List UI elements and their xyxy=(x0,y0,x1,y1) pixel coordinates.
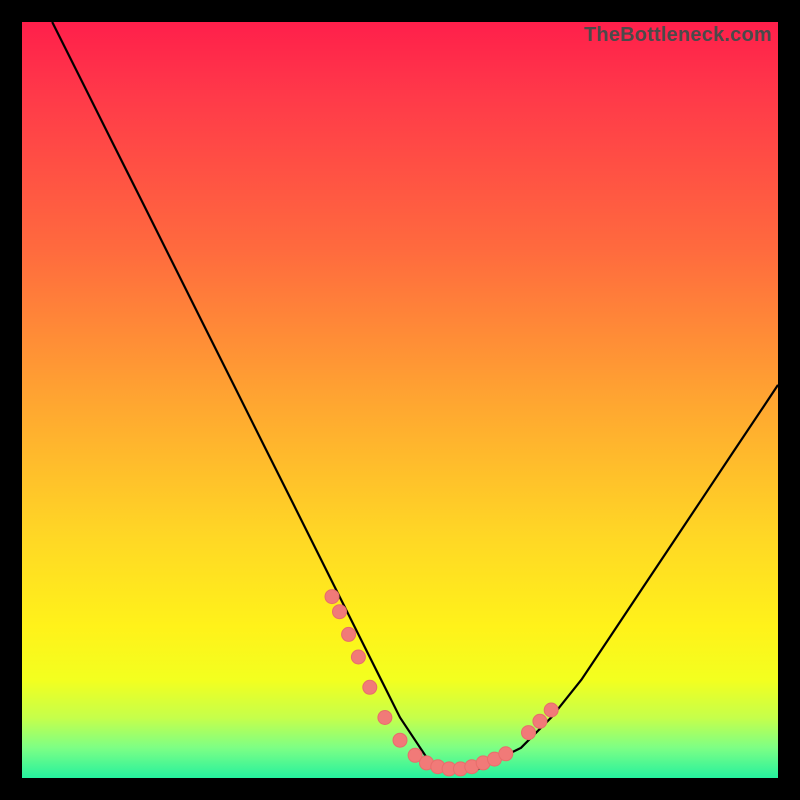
highlight-marker xyxy=(333,605,347,619)
chart-frame: TheBottleneck.com xyxy=(22,22,778,778)
highlight-marker xyxy=(393,733,407,747)
highlight-marker xyxy=(342,627,356,641)
highlight-marker xyxy=(378,711,392,725)
highlight-marker xyxy=(351,650,365,664)
curve-layer xyxy=(22,22,778,778)
highlight-marker xyxy=(325,590,339,604)
highlight-marker xyxy=(363,680,377,694)
highlight-marker xyxy=(544,703,558,717)
highlight-marker xyxy=(499,747,513,761)
highlight-marker xyxy=(522,726,536,740)
bottleneck-curve-path xyxy=(52,22,778,770)
highlight-marker xyxy=(533,714,547,728)
highlight-markers xyxy=(325,590,558,776)
